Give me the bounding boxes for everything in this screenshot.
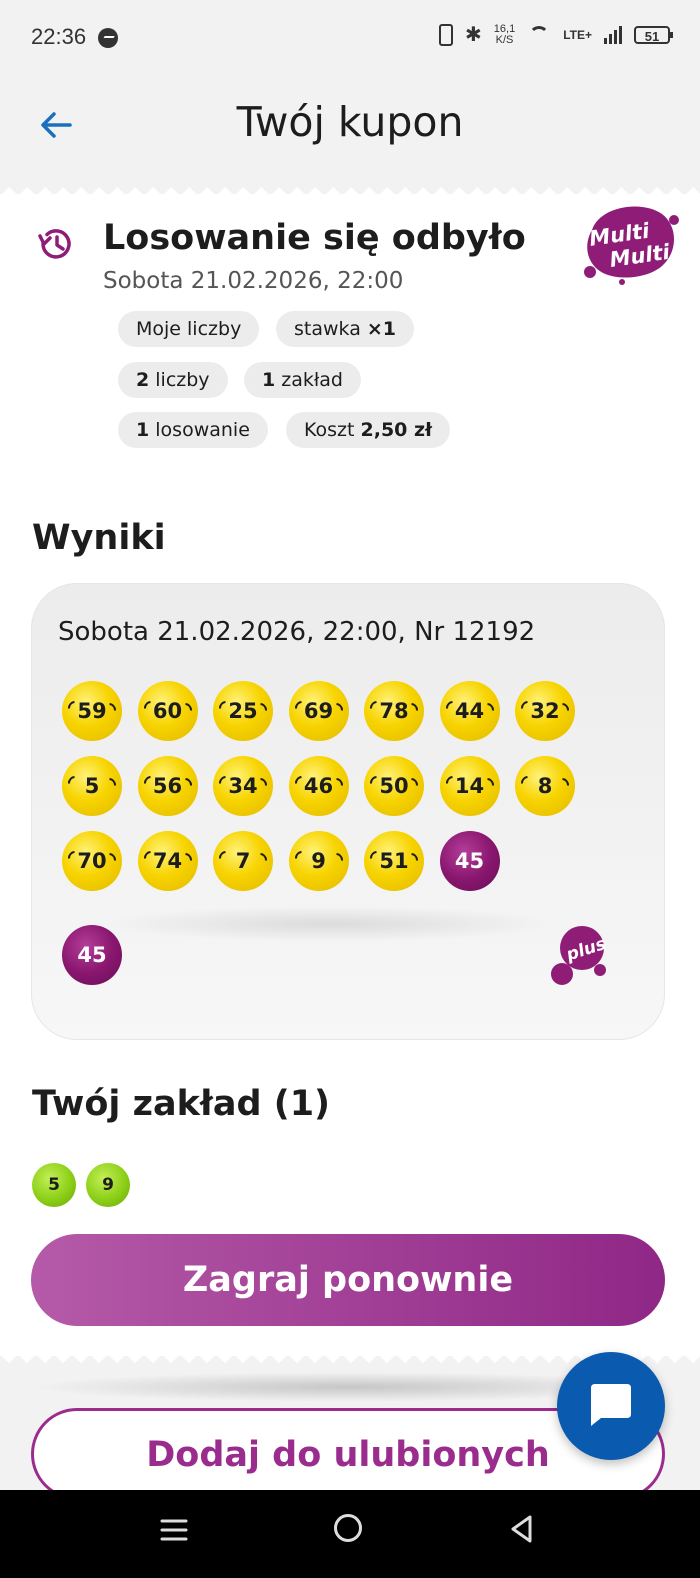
chip-stake-value: ×1 <box>366 318 397 340</box>
recent-apps-icon[interactable] <box>160 1516 188 1544</box>
chip-numbers-count-label: liczby <box>149 369 210 391</box>
play-again-button[interactable]: Zagraj ponownie <box>31 1234 665 1326</box>
results-section-title: Wyniki <box>32 518 166 558</box>
drawn-ball: 69 <box>288 681 349 741</box>
drawn-ball: 56 <box>137 756 198 816</box>
drawn-ball: 74 <box>137 831 198 891</box>
chip-bets-count: 1 zakład <box>244 362 361 398</box>
chip-stake-label: stawka <box>294 318 367 340</box>
bet-section-title: Twój zakład (1) <box>32 1084 331 1124</box>
draw-status: Losowanie się odbyło <box>103 218 526 258</box>
drawn-ball: 25 <box>213 681 273 741</box>
draw-date: Sobota 21.02.2026, 22:00 <box>103 268 404 294</box>
chip-draws-count: 1 losowanie <box>118 412 268 448</box>
plus-logo: plus <box>551 926 608 985</box>
drawn-ball: 78 <box>364 681 424 741</box>
chip-cost-label: Koszt <box>304 419 361 441</box>
drawn-ball: 70 <box>62 831 122 891</box>
multi-multi-logo: Multi Multi <box>584 206 679 285</box>
chip-cost: Koszt 2,50 zł <box>286 412 451 448</box>
home-icon[interactable] <box>334 1514 362 1542</box>
bet-ball: 5 <box>32 1163 76 1207</box>
network-speed: 16,1 K/S <box>494 24 515 46</box>
messenger-icon <box>98 28 118 48</box>
chip-draws-count-value: 1 <box>136 419 150 441</box>
chip-draws-count-label: losowanie <box>149 419 250 441</box>
network-speed-unit: K/S <box>495 34 514 46</box>
drawn-plus-ball: 45 <box>439 831 500 891</box>
chip-my-numbers-label: Moje liczby <box>136 318 242 340</box>
wifi-icon <box>527 26 551 44</box>
status-time: 22:36 <box>31 24 87 49</box>
drawn-ball: 59 <box>62 681 122 741</box>
drawn-ball: 46 <box>288 756 349 816</box>
drawn-ball: 44 <box>439 681 500 741</box>
history-icon <box>38 229 71 259</box>
bet-ball: 9 <box>86 1163 130 1207</box>
drawn-ball: 60 <box>137 681 198 741</box>
drawn-ball: 32 <box>515 681 575 741</box>
status-bar: 22:36 ✱ 16,1 K/S LTE+ 51 <box>0 0 700 76</box>
battery-icon: 51 <box>634 26 673 44</box>
chip-bets-count-value: 1 <box>262 369 276 391</box>
chip-my-numbers: Moje liczby <box>118 311 260 347</box>
drawn-ball: 50 <box>364 756 424 816</box>
chip-numbers-count: 2 liczby <box>118 362 228 398</box>
page-title: Twój kupon <box>236 98 464 146</box>
chat-button[interactable] <box>557 1352 665 1460</box>
bluetooth-icon: ✱ <box>465 24 482 46</box>
drawn-ball: 9 <box>288 831 349 891</box>
signal-icon <box>604 26 622 44</box>
status-icons: ✱ 16,1 K/S LTE+ 51 <box>439 24 673 46</box>
app-header: Twój kupon <box>0 76 700 180</box>
chat-bubble-icon <box>591 1384 631 1426</box>
results-divider-shadow <box>100 906 560 942</box>
chip-numbers-count-value: 2 <box>136 369 150 391</box>
drawn-ball: 5 <box>62 756 122 816</box>
lte-label: LTE+ <box>563 28 592 42</box>
drawn-ball: 8 <box>515 756 575 816</box>
drawn-ball: 34 <box>213 756 273 816</box>
system-back-icon[interactable] <box>508 1514 536 1544</box>
plus-ball: 45 <box>62 925 122 985</box>
drawn-ball: 7 <box>213 831 273 891</box>
vibrate-icon <box>439 24 454 46</box>
drawn-ball: 14 <box>439 756 500 816</box>
results-heading: Sobota 21.02.2026, 22:00, Nr 12192 <box>58 617 536 647</box>
drawn-ball: 51 <box>364 831 424 891</box>
chip-bets-count-label: zakład <box>275 369 343 391</box>
chip-cost-value: 2,50 zł <box>360 419 433 441</box>
chip-stake: stawka ×1 <box>276 311 415 347</box>
ticket-top-edge <box>0 180 700 194</box>
